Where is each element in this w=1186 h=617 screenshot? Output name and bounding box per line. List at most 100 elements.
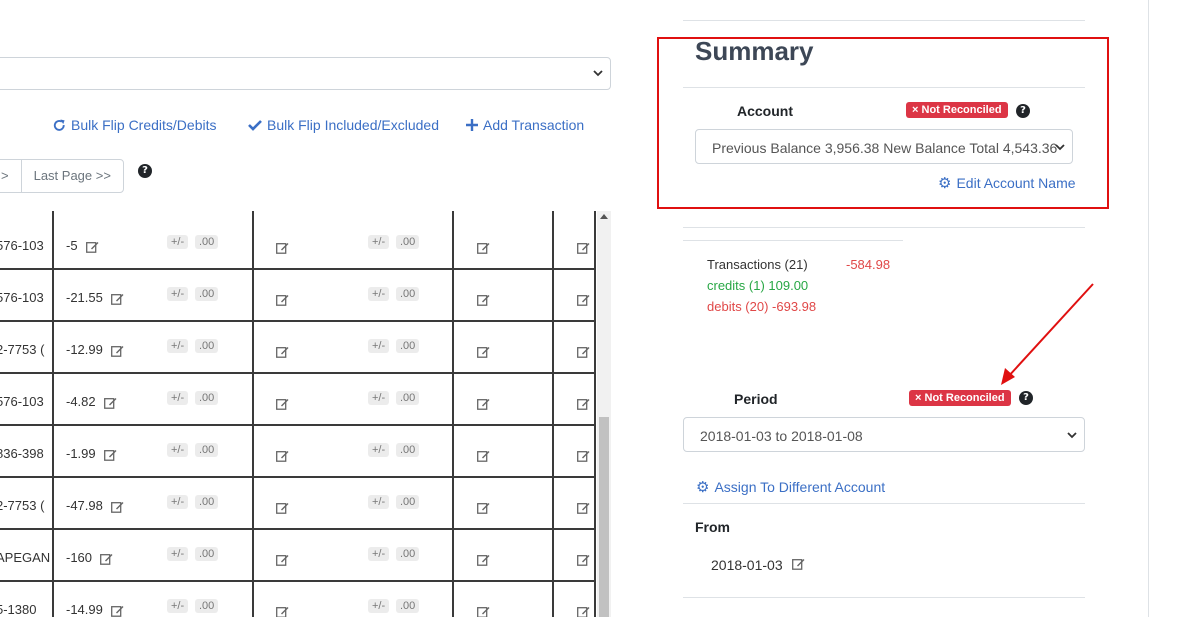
bulk-flip-included-link[interactable]: Bulk Flip Included/Excluded	[248, 117, 439, 133]
sign-toggle[interactable]: +/-	[368, 495, 390, 509]
assign-account-link[interactable]: ⚙ Assign To Different Account	[696, 478, 885, 496]
pager-last-page[interactable]: Last Page >>	[22, 160, 123, 192]
edit-icon[interactable]	[477, 449, 490, 462]
edit-icon[interactable]	[276, 241, 289, 254]
edit-icon[interactable]	[86, 240, 99, 253]
edit-icon[interactable]	[111, 604, 124, 617]
edit-icon[interactable]	[477, 345, 490, 358]
edit-icon[interactable]	[577, 605, 590, 617]
cents-field[interactable]: .00	[195, 495, 219, 509]
edit-icon[interactable]	[276, 345, 289, 358]
edit-icon[interactable]	[477, 553, 490, 566]
add-transaction-link[interactable]: Add Transaction	[466, 117, 584, 133]
cents-field[interactable]: .00	[195, 391, 219, 405]
edit-icon[interactable]	[477, 397, 490, 410]
row-description: 576-103	[0, 394, 44, 409]
edit-icon[interactable]	[577, 345, 590, 358]
sign-toggle[interactable]: +/-	[167, 391, 189, 405]
edit-icon[interactable]	[477, 605, 490, 617]
sign-toggle[interactable]: +/-	[368, 391, 390, 405]
sign-toggle[interactable]: +/-	[368, 235, 390, 249]
scroll-thumb[interactable]	[599, 417, 609, 617]
edit-icon[interactable]	[477, 501, 490, 514]
table-row: APEGAN -160 +/- .00 +/- .00	[0, 530, 596, 582]
edit-icon[interactable]	[111, 500, 124, 513]
sign-toggle[interactable]: +/-	[167, 599, 189, 613]
row-amount: -1.99	[66, 446, 96, 461]
cents-field[interactable]: .00	[195, 287, 219, 301]
cents-field[interactable]: .00	[396, 599, 420, 613]
table-row: 5-1380 -14.99 +/- .00 +/- .00	[0, 582, 596, 617]
edit-icon[interactable]	[477, 241, 490, 254]
refresh-icon	[53, 118, 65, 131]
edit-icon[interactable]	[276, 397, 289, 410]
sign-toggle[interactable]: +/-	[368, 547, 390, 561]
edit-icon[interactable]	[104, 396, 117, 409]
edit-icon[interactable]	[276, 293, 289, 306]
cents-field[interactable]: .00	[396, 443, 420, 457]
column-divider	[594, 211, 596, 617]
scroll-up-arrow[interactable]	[600, 214, 608, 219]
cents-field[interactable]: .00	[195, 547, 219, 561]
help-icon[interactable]: ?	[138, 164, 152, 178]
cents-field[interactable]: .00	[396, 235, 420, 249]
bulk-flip-credits-label: Bulk Flip Credits/Debits	[71, 117, 217, 133]
edit-icon[interactable]	[577, 449, 590, 462]
sign-toggle[interactable]: +/-	[167, 287, 189, 301]
row-amount: -12.99	[66, 342, 103, 357]
pager-prev[interactable]: >	[0, 160, 22, 192]
cents-field[interactable]: .00	[396, 391, 420, 405]
cents-field[interactable]: .00	[195, 599, 219, 613]
sign-toggle[interactable]: +/-	[368, 443, 390, 457]
edit-icon[interactable]	[577, 397, 590, 410]
cents-field[interactable]: .00	[396, 339, 420, 353]
edit-icon[interactable]	[276, 605, 289, 617]
edit-icon[interactable]	[276, 553, 289, 566]
row-description: 2-7753 (	[0, 342, 45, 357]
row-description: 836-398	[0, 446, 44, 461]
edit-icon[interactable]	[792, 558, 805, 570]
column-divider	[452, 211, 454, 617]
cents-field[interactable]: .00	[396, 287, 420, 301]
plus-icon	[466, 119, 478, 131]
divider	[683, 503, 1085, 504]
cents-field[interactable]: .00	[396, 495, 420, 509]
edit-icon[interactable]	[477, 293, 490, 306]
edit-icon[interactable]	[577, 241, 590, 254]
cents-field[interactable]: .00	[396, 547, 420, 561]
edit-icon[interactable]	[111, 344, 124, 357]
divider	[683, 597, 1085, 598]
edit-icon[interactable]	[100, 552, 113, 565]
sign-toggle[interactable]: +/-	[167, 547, 189, 561]
sign-toggle[interactable]: +/-	[368, 287, 390, 301]
bulk-flip-included-label: Bulk Flip Included/Excluded	[267, 117, 439, 133]
transactions-total: -584.98	[846, 257, 891, 272]
sign-toggle[interactable]: +/-	[167, 339, 189, 353]
row-description: 2-7753 (	[0, 498, 45, 513]
edit-icon[interactable]	[111, 292, 124, 305]
column-divider	[552, 211, 554, 617]
edit-icon[interactable]	[577, 553, 590, 566]
cents-field[interactable]: .00	[195, 443, 219, 457]
sign-toggle[interactable]: +/-	[167, 235, 189, 249]
credits-summary: credits (1) 109.00	[707, 278, 809, 293]
sign-toggle[interactable]: +/-	[167, 443, 189, 457]
chevron-down-icon	[593, 70, 603, 77]
edit-icon[interactable]	[276, 501, 289, 514]
sign-toggle[interactable]: +/-	[368, 599, 390, 613]
edit-icon[interactable]	[104, 448, 117, 461]
cents-field[interactable]: .00	[195, 235, 219, 249]
edit-icon[interactable]	[276, 449, 289, 462]
sign-toggle[interactable]: +/-	[368, 339, 390, 353]
table-scrollbar[interactable]	[597, 211, 611, 617]
gear-icon: ⚙	[696, 478, 710, 496]
left-select[interactable]	[0, 57, 611, 90]
period-select[interactable]: 2018-01-03 to 2018-01-08	[683, 417, 1085, 452]
cents-field[interactable]: .00	[195, 339, 219, 353]
edit-icon[interactable]	[577, 501, 590, 514]
period-help-icon[interactable]: ?	[1019, 391, 1033, 405]
bulk-flip-credits-link[interactable]: Bulk Flip Credits/Debits	[53, 117, 217, 133]
sign-toggle[interactable]: +/-	[167, 495, 189, 509]
chevron-down-icon	[1067, 432, 1077, 439]
edit-icon[interactable]	[577, 293, 590, 306]
